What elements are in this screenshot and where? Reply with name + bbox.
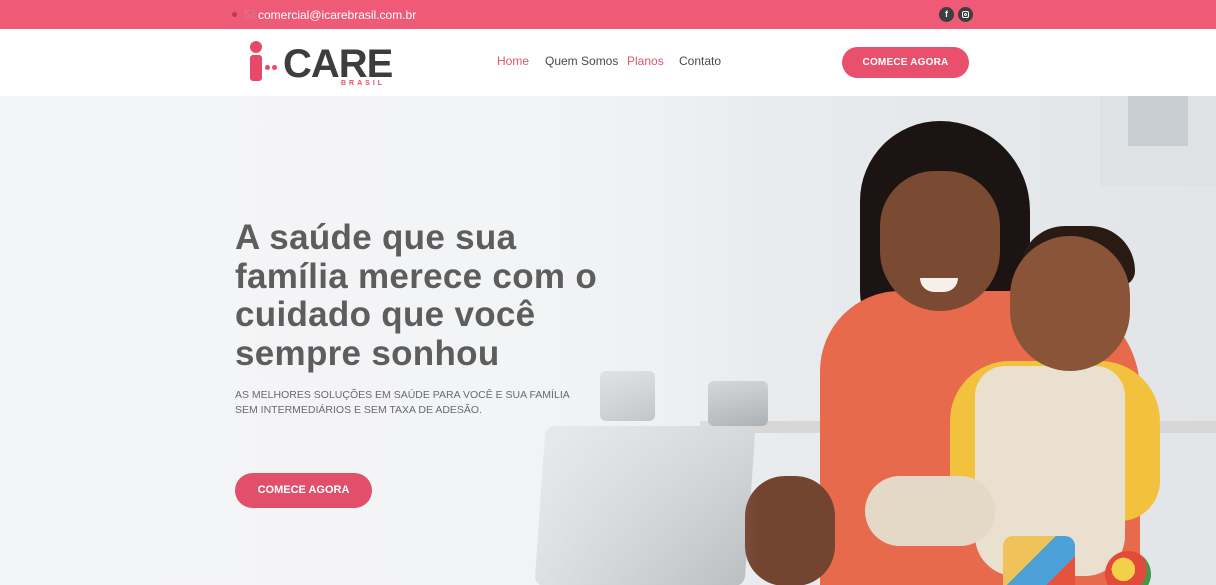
toy-ball: [1105, 551, 1151, 585]
nav-contato[interactable]: Contato: [679, 54, 721, 68]
hero-comece-agora-button[interactable]: COMECE AGORA: [235, 473, 372, 508]
nav-planos[interactable]: Planos: [627, 54, 664, 68]
contact-email-link[interactable]: comercial@icarebrasil.com.br: [258, 8, 416, 22]
logo-i-mark: [249, 41, 263, 81]
facebook-icon[interactable]: f: [939, 7, 954, 22]
baby-face: [1010, 236, 1130, 371]
nav-quem-somos[interactable]: Quem Somos: [545, 54, 618, 68]
hero-title: A saúde que sua família merece com o cui…: [235, 218, 597, 373]
top-bar: comercial@icarebrasil.com.br f: [0, 0, 1216, 29]
logo-subtitle: BRASIL: [341, 80, 386, 87]
hero-section: A saúde que sua família merece com o cui…: [0, 96, 1216, 585]
nav-home[interactable]: Home: [497, 54, 529, 68]
bullet-icon: [232, 12, 237, 17]
header-comece-agora-button[interactable]: COMECE AGORA: [842, 47, 969, 78]
mail-icon: [245, 10, 255, 18]
baby-leg: [865, 476, 995, 546]
kitchen-background: [1100, 96, 1216, 186]
site-header: CARE BRASIL Home Quem Somos Planos Conta…: [0, 29, 1216, 96]
hero-subtitle: AS MELHORES SOLUÇÕES EM SAÚDE PARA VOCÊ …: [235, 389, 570, 416]
facebook-glyph: f: [945, 9, 948, 19]
logo-dash: [265, 65, 281, 71]
icare-logo[interactable]: CARE BRASIL: [249, 41, 399, 89]
instagram-icon[interactable]: [958, 7, 973, 22]
logo-wordmark: CARE: [283, 42, 393, 86]
toy-cube: [1003, 536, 1075, 585]
